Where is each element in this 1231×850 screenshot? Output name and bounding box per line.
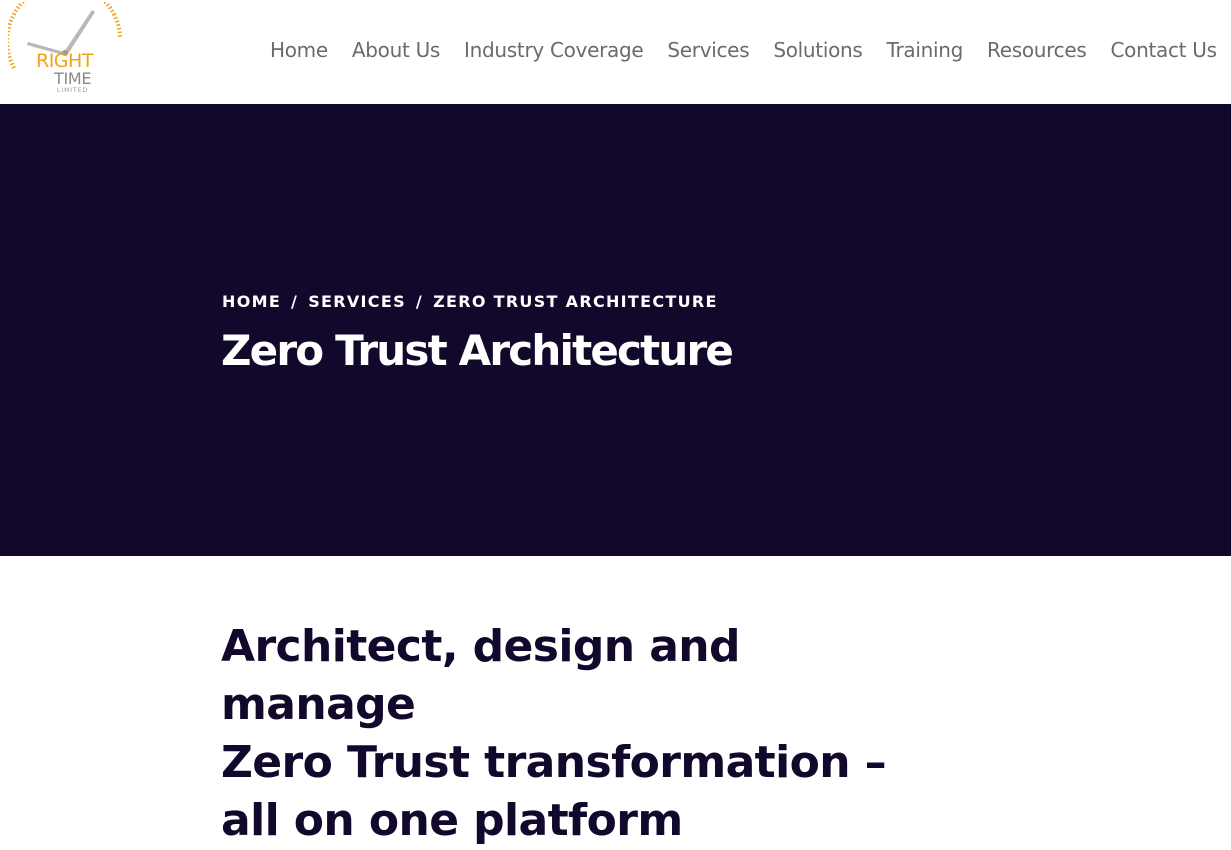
nav-item-resources[interactable]: Resources: [987, 36, 1087, 64]
main-navigation: Home About Us Industry Coverage Services…: [270, 36, 1231, 64]
breadcrumb-separator: /: [415, 292, 424, 311]
page-hero-banner: HOME / SERVICES / ZERO TRUST ARCHITECTURE Ze…: [0, 104, 1231, 556]
nav-item-home[interactable]: Home: [270, 36, 328, 64]
nav-item-training[interactable]: Training: [887, 36, 964, 64]
right-time-logo[interactable]: RIGHT TIME LIMITED: [8, 2, 128, 100]
logo-word-time: TIME: [54, 69, 92, 88]
breadcrumb: HOME / SERVICES / ZERO TRUST ARCHITECTURE: [222, 292, 718, 312]
site-header: RIGHT TIME LIMITED Home About Us Industr…: [0, 0, 1231, 104]
section-heading-line-1: Architect, design and manage: [221, 621, 741, 730]
section-heading-line-2: Zero Trust transformation –: [221, 737, 887, 788]
nav-item-industry-coverage[interactable]: Industry Coverage: [464, 36, 644, 64]
breadcrumb-current: ZERO TRUST ARCHITECTURE: [433, 292, 718, 311]
page-title: Zero Trust Architecture: [221, 326, 734, 375]
section-heading: Architect, design and manage Zero Trust …: [221, 618, 941, 850]
nav-item-about-us[interactable]: About Us: [352, 36, 440, 64]
nav-item-solutions[interactable]: Solutions: [773, 36, 863, 64]
nav-item-services[interactable]: Services: [667, 36, 749, 64]
breadcrumb-services-link[interactable]: SERVICES: [308, 292, 406, 311]
logo-word-limited: LIMITED: [57, 87, 89, 94]
breadcrumb-separator: /: [291, 292, 299, 311]
nav-item-contact-us[interactable]: Contact Us: [1111, 36, 1218, 64]
breadcrumb-home-link[interactable]: HOME: [222, 292, 281, 311]
section-heading-line-3: all on one platform: [221, 795, 683, 846]
